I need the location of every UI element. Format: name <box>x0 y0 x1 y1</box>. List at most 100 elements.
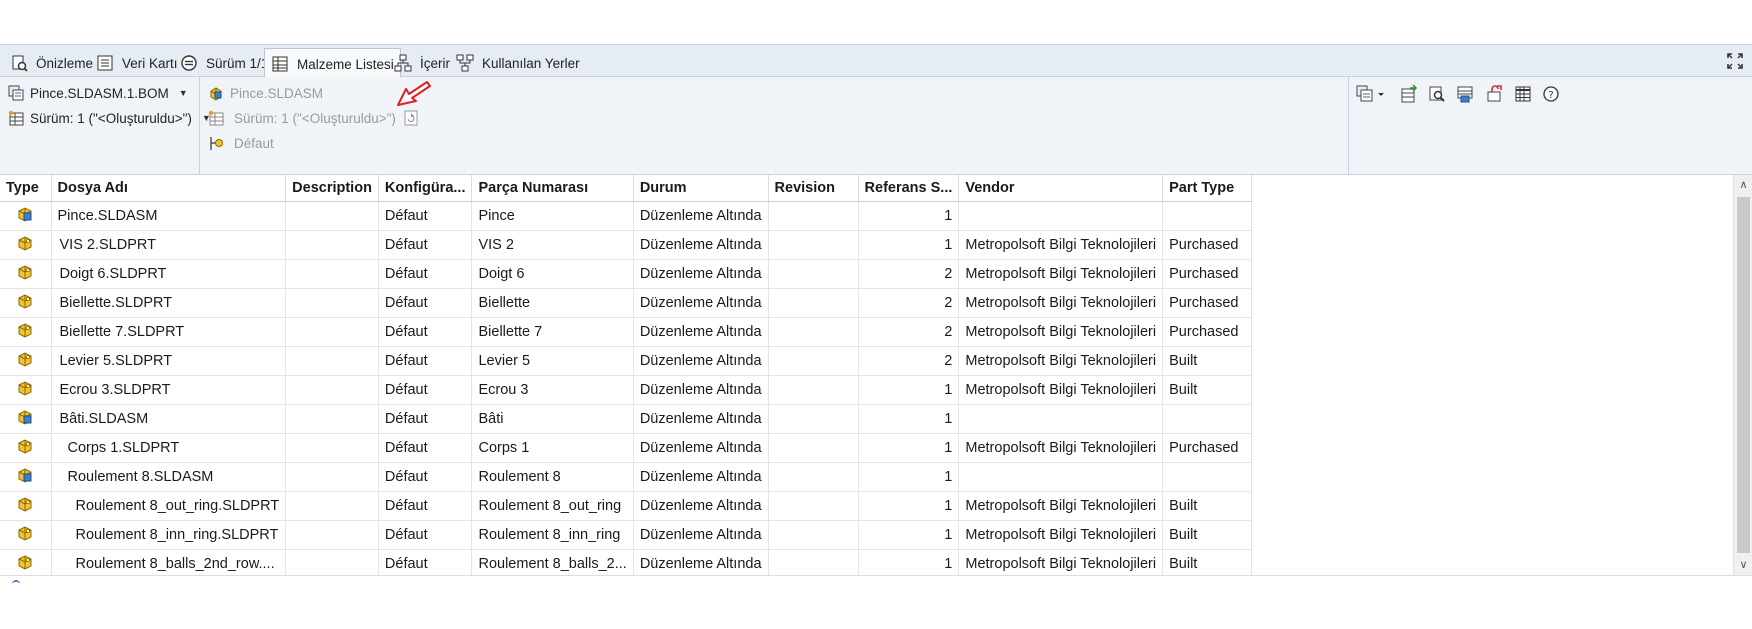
print-preview-icon[interactable] <box>1426 83 1448 105</box>
chevron-down-icon: ▼ <box>178 88 188 98</box>
cell-reference-count: 2 <box>858 317 960 347</box>
table-row[interactable]: Biellette 7.SLDPRT Défaut Biellette 7 Düzen… <box>0 317 1253 347</box>
version-table-icon <box>8 110 24 126</box>
table-row[interactable]: Levier 5.SLDPRT Défaut Levier 5 Düzenleme A… <box>0 346 1253 376</box>
table-row[interactable]: Corps 1.SLDPRT Défaut Corps 1 Düzenleme Alt… <box>0 433 1253 463</box>
cell-type <box>0 549 52 575</box>
cell-vendor <box>958 462 1164 492</box>
table-row[interactable]: Roulement 8.SLDASM Défaut Roulement 8 Düzen… <box>0 462 1253 492</box>
column-header-reference-count[interactable]: Referans S... <box>858 175 960 202</box>
cell-vendor <box>958 201 1164 231</box>
cell-revision <box>768 433 859 463</box>
cell-description <box>285 433 379 463</box>
assembly-icon <box>16 408 34 426</box>
cell-part-type: Built <box>1162 520 1253 550</box>
cell-part-type <box>1162 462 1253 492</box>
part-icon <box>16 524 34 542</box>
divider <box>1348 77 1349 175</box>
tab-datacard[interactable]: Veri Kartı <box>90 48 184 78</box>
table-row[interactable]: Pince.SLDASM Défaut Pince Düzenleme Altında… <box>0 201 1253 231</box>
table-row[interactable]: Ecrou 3.SLDPRT Défaut Ecrou 3 Düzenleme Alt… <box>0 375 1253 405</box>
version-icon <box>181 55 197 71</box>
tab-bom[interactable]: Malzeme Listesi <box>264 48 401 79</box>
cell-revision <box>768 375 859 405</box>
vertical-scrollbar[interactable]: ∧ ∨ <box>1733 175 1752 575</box>
cell-description <box>285 259 379 289</box>
column-header-configuration[interactable]: Konfigüra... <box>378 175 473 202</box>
column-header-vendor[interactable]: Vendor <box>958 175 1164 202</box>
column-header-description[interactable]: Description <box>285 175 379 202</box>
table-row[interactable]: Roulement 8_inn_ring.SLDPRT Défaut Rouleme… <box>0 520 1253 550</box>
scroll-down-icon[interactable]: ∨ <box>1737 558 1750 572</box>
table-row[interactable]: Bâti.SLDASM Défaut Bâti Düzenleme Altında 1 <box>0 404 1253 434</box>
cell-reference-count: 1 <box>858 404 960 434</box>
bom-select-dropdown[interactable]: Pince.SLDASM.1.BOM ▼ <box>8 85 188 101</box>
tab-label: Kullanılan Yerler <box>482 55 580 71</box>
refresh-icon[interactable] <box>404 110 418 126</box>
expand-icon[interactable] <box>1726 52 1744 73</box>
tab-contains[interactable]: İçerir <box>388 48 456 78</box>
datacard-icon <box>97 55 113 71</box>
column-header-part-type[interactable]: Part Type <box>1162 175 1253 202</box>
help-icon[interactable]: ? <box>1540 83 1562 105</box>
cell-part-number: Roulement 8_inn_ring <box>471 520 634 550</box>
cell-file-name: Corps 1.SLDPRT <box>51 433 287 463</box>
columns-icon[interactable] <box>1512 83 1534 105</box>
table-row[interactable]: VIS 2.SLDPRT Défaut VIS 2 Düzenleme Altında… <box>0 230 1253 260</box>
cell-vendor: Metropolsoft Bilgi Teknolojileri <box>958 549 1164 575</box>
cell-state: Düzenleme Altında <box>633 230 769 260</box>
cell-state: Düzenleme Altında <box>633 462 769 492</box>
cell-revision <box>768 317 859 347</box>
bom-view-dropdown[interactable] <box>1354 83 1388 105</box>
cell-type <box>0 520 52 550</box>
table-row[interactable]: Roulement 8_out_ring.SLDPRT Défaut Rouleme… <box>0 491 1253 521</box>
cell-configuration: Défaut <box>378 288 473 318</box>
cell-description <box>285 491 379 521</box>
tab-version[interactable]: Sürüm 1/1 <box>174 48 274 78</box>
cell-revision <box>768 462 859 492</box>
cell-revision <box>768 201 859 231</box>
cell-type <box>0 346 52 376</box>
cell-configuration: Défaut <box>378 462 473 492</box>
cell-file-name: Roulement 8_inn_ring.SLDPRT <box>51 520 287 550</box>
red-arrow-annotation <box>397 81 431 106</box>
cell-state: Düzenleme Altında <box>633 317 769 347</box>
check-out-icon[interactable] <box>1484 83 1506 105</box>
cell-state: Düzenleme Altında <box>633 288 769 318</box>
table-row[interactable]: Roulement 8_balls_2nd_row.... Défaut Roule… <box>0 549 1253 575</box>
column-header-type[interactable]: Type <box>0 175 52 202</box>
cell-part-number: VIS 2 <box>471 230 634 260</box>
cell-part-type: Purchased <box>1162 230 1253 260</box>
export-icon[interactable] <box>1398 83 1420 105</box>
cell-file-name: Doigt 6.SLDPRT <box>51 259 287 289</box>
cell-part-number: Biellette 7 <box>471 317 634 347</box>
file-name-text: Pince.SLDASM <box>230 85 324 101</box>
cell-state: Düzenleme Altında <box>633 549 769 575</box>
cell-description <box>285 375 379 405</box>
column-header-revision[interactable]: Revision <box>768 175 859 202</box>
scroll-up-icon[interactable]: ∧ <box>1737 178 1750 192</box>
part-icon <box>16 553 34 571</box>
contains-icon <box>394 54 412 72</box>
bom-file-icon <box>8 85 24 101</box>
divider <box>0 575 1752 576</box>
cell-state: Düzenleme Altında <box>633 491 769 521</box>
save-as-icon[interactable] <box>1454 83 1476 105</box>
cell-type <box>0 230 52 260</box>
cell-type <box>0 375 52 405</box>
table-row[interactable]: Biellette.SLDPRT Défaut Biellette Düzenleme… <box>0 288 1253 318</box>
table-row[interactable]: Doigt 6.SLDPRT Défaut Doigt 6 Düzenleme Alt… <box>0 259 1253 289</box>
scrollbar-thumb[interactable] <box>1737 197 1750 553</box>
status-indicator <box>12 580 20 584</box>
tab-where-used[interactable]: Kullanılan Yerler <box>450 48 586 78</box>
version-select-dropdown[interactable]: Sürüm: 1 ("<Oluşturuldu>") ▼ <box>8 110 211 126</box>
column-header-state[interactable]: Durum <box>633 175 769 202</box>
tab-preview[interactable]: Önizleme <box>4 48 99 78</box>
cell-description <box>285 288 379 318</box>
cell-file-name: Ecrou 3.SLDPRT <box>51 375 287 405</box>
column-header-file-name[interactable]: Dosya Adı <box>51 175 287 202</box>
column-header-part-number[interactable]: Parça Numarası <box>471 175 634 202</box>
cell-description <box>285 201 379 231</box>
cell-file-name: Roulement 8_out_ring.SLDPRT <box>51 491 287 521</box>
cell-type <box>0 433 52 463</box>
